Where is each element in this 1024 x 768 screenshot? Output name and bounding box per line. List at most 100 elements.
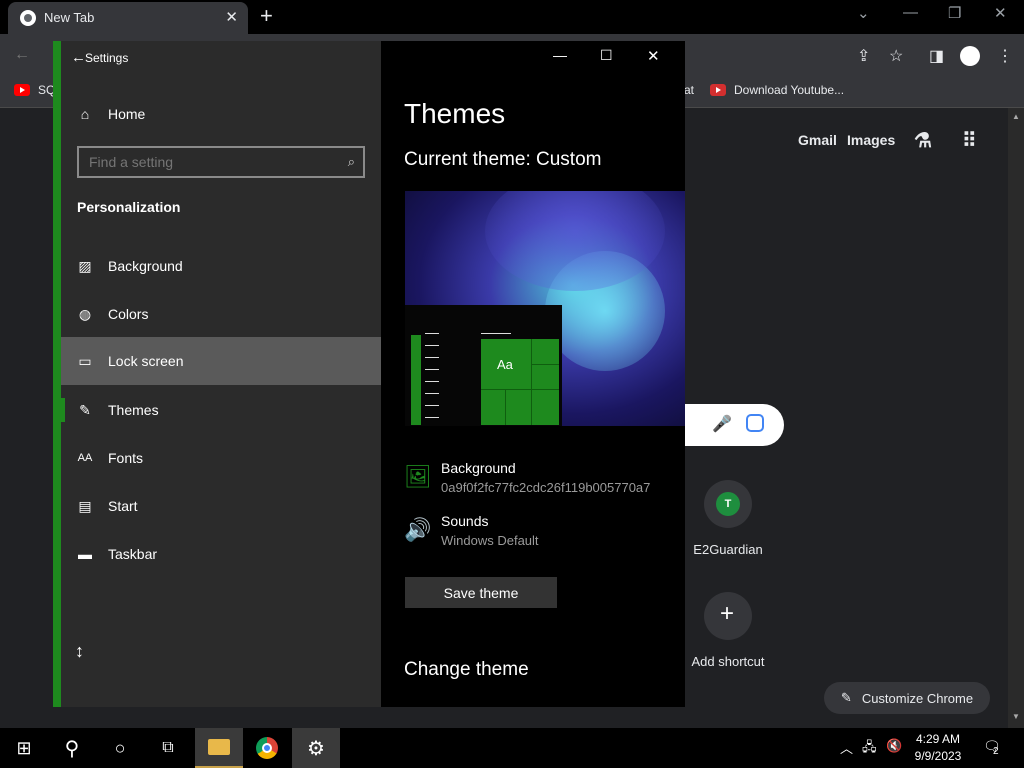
voice-search-icon[interactable]: 🎤: [712, 414, 732, 434]
restore-icon[interactable]: ❐: [948, 4, 961, 22]
chrome-taskbar-button[interactable]: [243, 728, 291, 768]
close-icon[interactable]: ✕: [647, 47, 660, 65]
change-theme-heading: Change theme: [404, 659, 529, 680]
task-view-icon: ⧉: [162, 739, 174, 756]
gmail-link[interactable]: Gmail: [798, 132, 837, 148]
tile-divider: [481, 389, 559, 390]
notification-count: 2: [993, 746, 999, 757]
nav-start[interactable]: ▤ Start: [61, 482, 381, 530]
settings-nav: ← Settings ⌂ Home ⌕ Personalization ▨ Ba…: [61, 41, 381, 707]
bookmark-label: at: [684, 83, 695, 97]
settings-taskbar-button[interactable]: ⚙: [292, 728, 340, 768]
add-shortcut-button[interactable]: + Add shortcut: [673, 592, 783, 669]
close-window-icon[interactable]: ✕: [994, 4, 1007, 22]
taskbar-icon: ▬: [78, 546, 92, 562]
page-title: Themes: [404, 98, 506, 129]
start-icon: ▤: [78, 497, 92, 514]
bookmark-star-icon[interactable]: ☆: [889, 46, 903, 66]
download-icon: [710, 84, 726, 96]
shortcut-label: Add shortcut: [691, 654, 765, 669]
file-explorer-button[interactable]: [195, 728, 243, 768]
tab-new-tab[interactable]: New Tab ✕: [8, 2, 248, 34]
gear-icon: ⚙: [307, 737, 325, 760]
save-theme-button[interactable]: Save theme: [405, 577, 557, 608]
themes-icon: ✎: [79, 401, 91, 418]
profile-avatar-icon[interactable]: [960, 46, 980, 66]
resize-cursor-icon: ↕: [75, 641, 84, 661]
search-button[interactable]: ⚲: [48, 728, 96, 768]
page-scrollbar[interactable]: ▲ ▼: [1008, 108, 1024, 728]
minimize-icon[interactable]: —: [903, 4, 918, 21]
preview-line: [425, 345, 439, 346]
tab-search-chevron-icon[interactable]: ⌄: [857, 4, 870, 22]
sounds-label: Sounds: [441, 513, 489, 529]
minimize-icon[interactable]: —: [553, 47, 567, 63]
nav-home-label: Home: [108, 106, 146, 122]
bookmark-at[interactable]: at: [684, 83, 694, 97]
nav-fonts[interactable]: AA Fonts: [61, 434, 381, 482]
lock-screen-icon: ▭: [78, 352, 92, 369]
search-input[interactable]: [79, 148, 363, 176]
bookmark-download-youtube[interactable]: Download Youtube...: [710, 83, 844, 97]
images-link[interactable]: Images: [847, 132, 895, 148]
preview-tile-label: Aa: [497, 357, 513, 372]
preview-line: [481, 333, 511, 334]
start-button[interactable]: ⊞: [0, 728, 48, 768]
labs-flask-icon[interactable]: ⚗: [914, 128, 932, 153]
tab-strip: New Tab ✕ + ⌄ — ❐ ✕: [0, 0, 1024, 34]
apps-grid-icon[interactable]: ⠿: [962, 128, 977, 153]
preview-window-mock: Aa: [405, 305, 562, 426]
nav-lock-screen[interactable]: ▭ Lock screen: [61, 337, 381, 385]
preview-tiles: Aa: [481, 339, 559, 425]
nav-taskbar[interactable]: ▬ Taskbar: [61, 530, 381, 578]
window-title: Settings: [85, 51, 129, 65]
settings-window: ← Settings ⌂ Home ⌕ Personalization ▨ Ba…: [53, 41, 685, 707]
cortana-circle-icon: ○: [114, 737, 126, 758]
windows-logo-icon: ⊞: [16, 737, 32, 758]
search-icon: ⚲: [64, 737, 80, 760]
nav-colors[interactable]: ◍ Colors: [61, 290, 381, 338]
network-icon[interactable]: 🖧: [862, 738, 877, 760]
preview-line: [425, 405, 439, 406]
shortcut-label: E2Guardian: [693, 542, 763, 557]
search-icon: ⌕: [347, 154, 355, 169]
nav-background[interactable]: ▨ Background: [61, 242, 381, 290]
tab-close-icon[interactable]: ✕: [225, 8, 238, 26]
shortcut-tile: T: [704, 480, 752, 528]
nav-label: Background: [108, 258, 183, 274]
new-tab-button[interactable]: +: [260, 3, 273, 29]
tile-divider: [531, 364, 559, 365]
background-value: 0a9f0f2fc77fc2cdc26f119b005770a7: [441, 480, 651, 495]
nav-themes[interactable]: ✎ Themes: [61, 386, 381, 434]
maximize-icon[interactable]: ☐: [600, 47, 613, 64]
scroll-up-icon[interactable]: ▲: [1012, 112, 1020, 121]
back-arrow-icon[interactable]: ←: [14, 46, 30, 64]
find-setting-search[interactable]: ⌕: [77, 146, 365, 178]
youtube-icon: [14, 84, 30, 96]
nav-label: Themes: [108, 402, 159, 418]
bookmark-sq[interactable]: SQ: [14, 83, 55, 97]
folder-icon: [208, 739, 230, 755]
shortcut-badge: T: [716, 492, 740, 516]
share-icon[interactable]: ⇪: [857, 46, 870, 66]
section-heading: Personalization: [77, 199, 181, 215]
cortana-button[interactable]: ○: [96, 728, 144, 768]
tile-divider: [531, 339, 532, 425]
customize-chrome-button[interactable]: ✎ Customize Chrome: [824, 682, 990, 714]
tile-divider: [505, 389, 506, 425]
task-view-button[interactable]: ⧉: [144, 728, 192, 768]
side-panel-icon[interactable]: ◨: [929, 46, 944, 66]
clock[interactable]: 4:29 AM 9/9/2023: [906, 731, 970, 765]
preview-line: [425, 333, 439, 334]
nav-home[interactable]: ⌂ Home: [61, 90, 381, 138]
tray-chevron-icon[interactable]: ︿: [840, 738, 853, 757]
menu-kebab-icon[interactable]: ⋮: [997, 46, 1013, 66]
volume-muted-icon[interactable]: 🔇: [886, 738, 902, 754]
current-theme-heading: Current theme: Custom: [404, 149, 602, 170]
settings-main: — ☐ ✕ Themes Current theme: Custom Aa 🖼 …: [381, 41, 685, 707]
customize-label: Customize Chrome: [861, 690, 974, 706]
shortcut-e2guardian[interactable]: T E2Guardian: [673, 480, 783, 557]
lens-search-icon[interactable]: [746, 414, 764, 432]
scroll-down-icon[interactable]: ▼: [1012, 712, 1020, 721]
back-arrow-icon[interactable]: ←: [71, 49, 86, 66]
